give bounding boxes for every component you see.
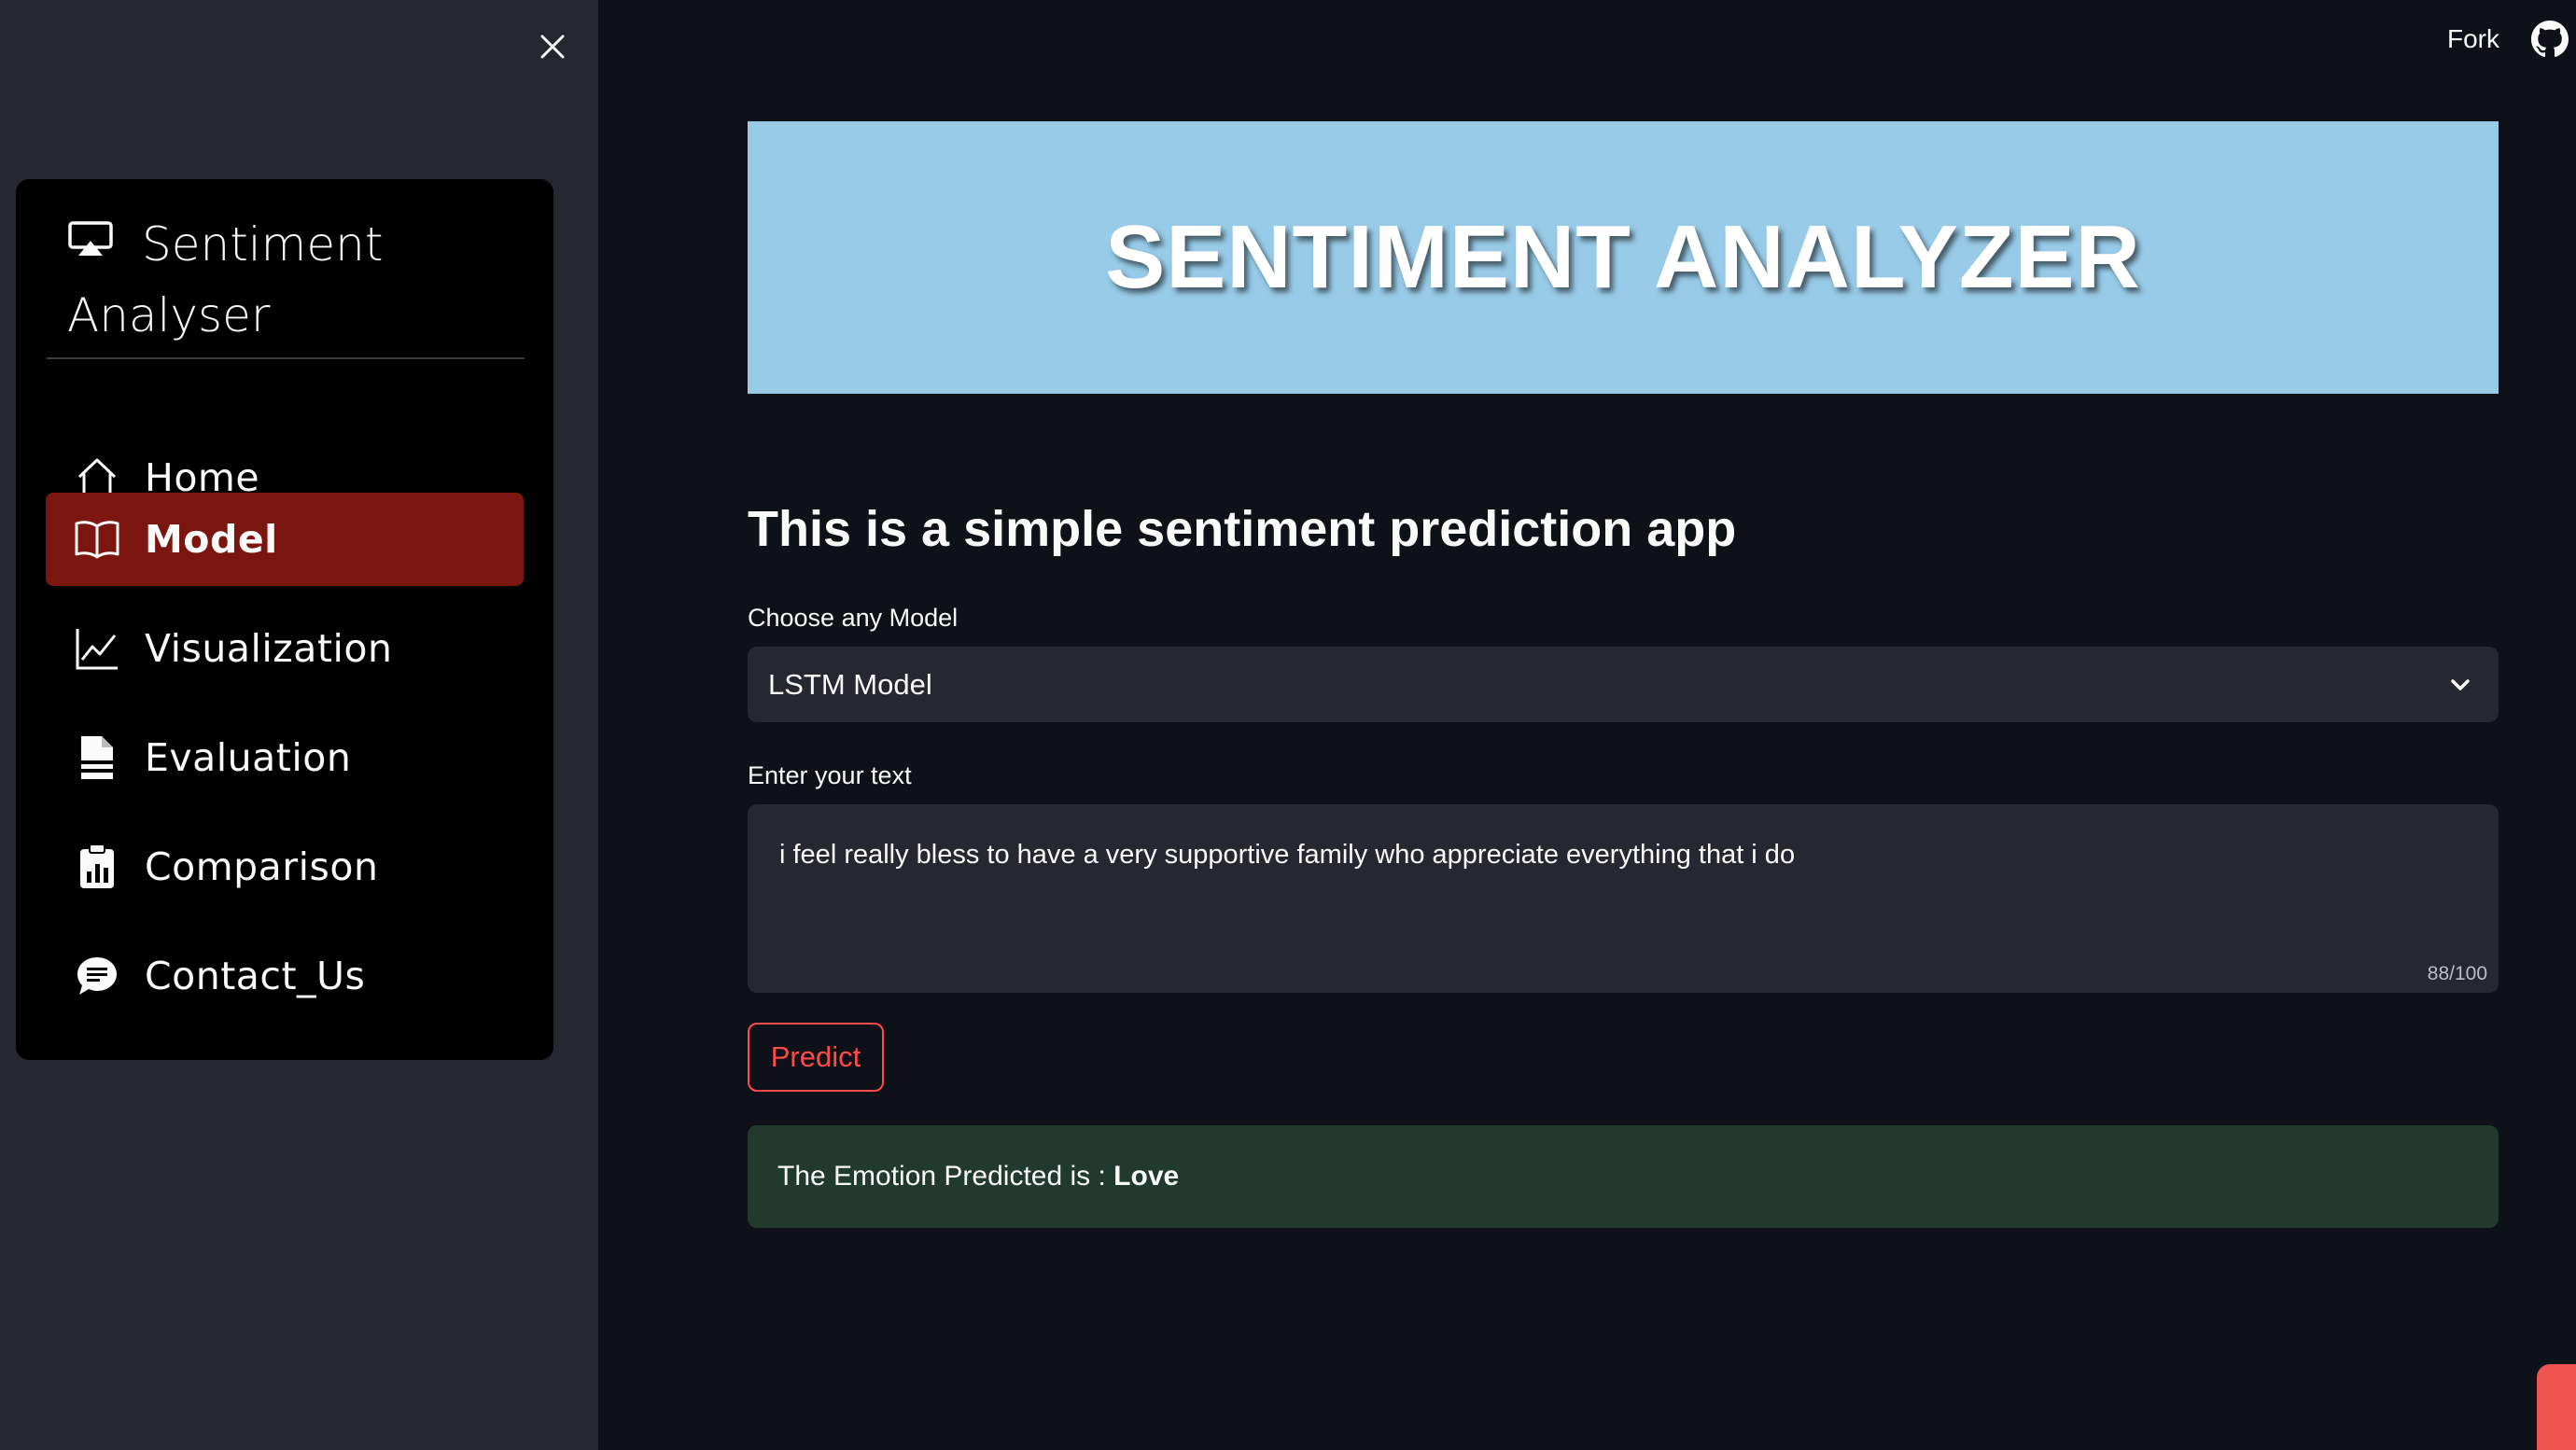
sidebar-item-label: Model	[145, 517, 278, 562]
graph-up-icon	[71, 622, 123, 675]
close-icon	[540, 35, 565, 59]
fork-link[interactable]: Fork	[2447, 24, 2499, 54]
file-earmark-icon	[71, 732, 123, 784]
book-icon	[71, 513, 123, 565]
clipboard-data-icon	[71, 841, 123, 893]
result-alert: The Emotion Predicted is : Love	[748, 1125, 2499, 1228]
sidebar-item-visualization[interactable]: Visualization	[46, 602, 524, 695]
sidebar-item-label: Visualization	[145, 626, 393, 671]
sidebar-item-label: Contact_Us	[145, 954, 366, 998]
menu-divider	[47, 357, 525, 359]
chevron-down-icon	[2451, 679, 2470, 690]
title-banner: SENTIMENT ANALYZER	[748, 121, 2499, 394]
model-select-value: LSTM Model	[768, 667, 932, 701]
sidebar-item-evaluation[interactable]: Evaluation	[46, 711, 524, 804]
model-select-label: Choose any Model	[748, 604, 959, 632]
sidebar-item-contact-us[interactable]: Contact_Us	[46, 929, 524, 1023]
text-input-value: i feel really bless to have a very suppo…	[779, 840, 1796, 870]
sidebar-item-label: Comparison	[145, 844, 379, 889]
sidebar: Sentiment Analyser Home Model Visualizat…	[0, 0, 598, 1450]
result-message: The Emotion Predicted is : Love	[777, 1161, 1179, 1192]
sidebar-item-model[interactable]: Model	[46, 493, 524, 586]
sidebar-item-label: Evaluation	[145, 735, 352, 780]
text-input[interactable]: i feel really bless to have a very suppo…	[748, 804, 2499, 993]
page-title: SENTIMENT ANALYZER	[1105, 207, 2141, 307]
app-root: Sentiment Analyser Home Model Visualizat…	[0, 0, 2576, 1450]
menu-title: Sentiment Analyser	[67, 211, 515, 350]
close-sidebar-button[interactable]	[532, 26, 573, 67]
result-emotion: Love	[1113, 1161, 1180, 1192]
predict-button[interactable]: Predict	[748, 1023, 884, 1092]
model-select[interactable]: LSTM Model	[748, 647, 2499, 722]
chat-icon	[71, 950, 123, 1002]
subheading: This is a simple sentiment prediction ap…	[748, 501, 1737, 557]
airplay-icon	[67, 208, 114, 276]
sidebar-item-comparison[interactable]: Comparison	[46, 820, 524, 913]
char-counter: 88/100	[2427, 963, 2487, 984]
text-input-label: Enter your text	[748, 761, 912, 789]
menu-title-text: Sentiment Analyser	[67, 217, 384, 342]
option-menu: Sentiment Analyser Home Model Visualizat…	[16, 179, 553, 1060]
result-prefix: The Emotion Predicted is :	[777, 1161, 1114, 1192]
github-icon[interactable]	[2531, 21, 2569, 58]
manage-app-tab[interactable]	[2537, 1364, 2576, 1450]
